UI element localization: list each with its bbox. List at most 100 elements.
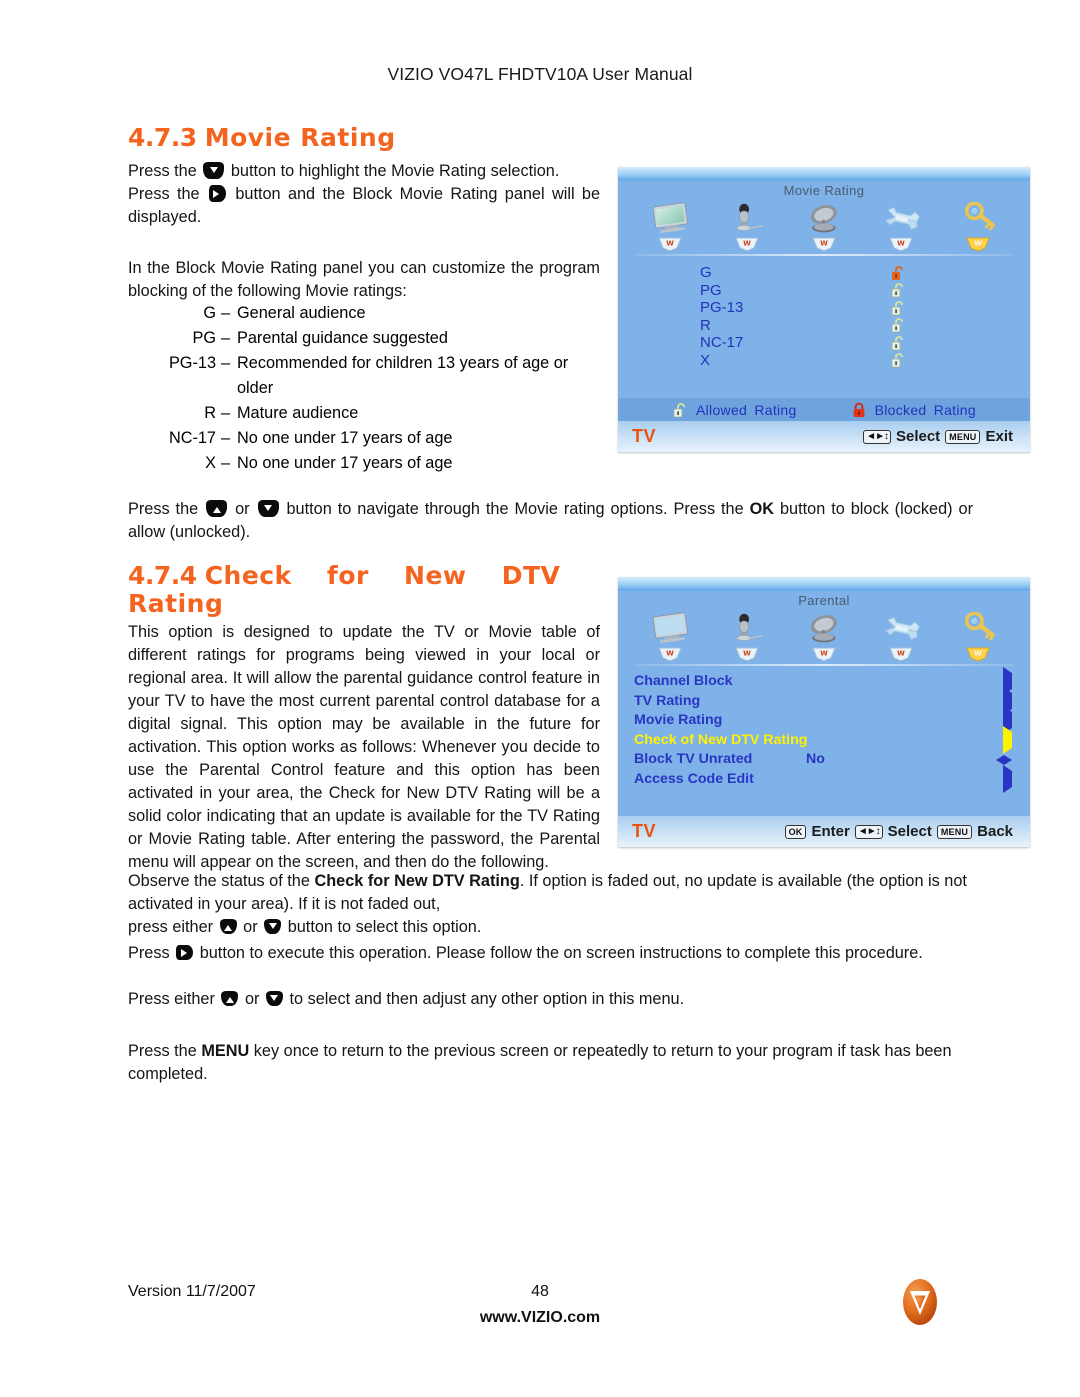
movie-rating-intro-line1: Press the button to highlight the Movie … xyxy=(128,160,600,183)
movie-rating-row[interactable]: NC-17 xyxy=(618,334,1030,352)
up-arrow-key-icon xyxy=(206,500,228,517)
legend-unlock-icon-wrap xyxy=(672,402,691,418)
section-heading-4-7-3: 4.7.3 Movie Rating xyxy=(128,124,396,152)
movie-rating-row[interactable]: R xyxy=(618,317,1030,335)
microphone-icon xyxy=(736,613,764,641)
movie-rating-rows: G PG PG-13 R NC-17 X xyxy=(618,256,1030,369)
vizio-logo xyxy=(903,1279,937,1325)
tab-badge-icon: W xyxy=(735,647,759,662)
tab-badge-icon: W xyxy=(812,647,836,662)
lock-icon[interactable] xyxy=(890,282,910,298)
rating-term: PG-13 xyxy=(168,354,216,372)
svg-text:W: W xyxy=(897,240,905,248)
press-execute-paragraph: Press button to execute this operation. … xyxy=(128,942,973,965)
rating-dash: – xyxy=(221,404,231,422)
svg-text:W: W xyxy=(897,650,905,658)
lock-icon-selected[interactable] xyxy=(890,265,910,281)
osd-tab-parental[interactable]: W xyxy=(949,202,1007,252)
osd-tab-tuner[interactable]: W xyxy=(795,202,853,252)
press-exec-suffix: button to execute this operation. Please… xyxy=(199,944,923,962)
osd-tab-tuner[interactable]: W xyxy=(795,612,853,662)
tab-badge-icon: W xyxy=(889,647,913,662)
press-either-or: or xyxy=(243,918,258,936)
menu-item-tv-rating[interactable]: TV Rating xyxy=(618,686,1030,715)
up-arrow-key-icon xyxy=(219,919,237,934)
navigate-or: or xyxy=(235,500,250,518)
unlock-icon xyxy=(673,402,685,417)
menu-key-note-paragraph: Press the MENU key once to return to the… xyxy=(128,1040,973,1086)
key-icon xyxy=(964,612,995,641)
exit-hint-label: Exit xyxy=(985,428,1013,445)
press-adjust-prefix: Press either xyxy=(128,990,215,1008)
rating-definition-row: NC-17 – No one under 17 years of age xyxy=(128,426,600,451)
rating-definition: Parental guidance suggested xyxy=(237,329,448,347)
svg-text:W: W xyxy=(743,240,751,248)
lock-icon[interactable] xyxy=(890,317,910,333)
lock-icon[interactable] xyxy=(890,300,910,316)
menu-key-label: MENU xyxy=(201,1042,250,1060)
enter-hint-label: Enter xyxy=(811,823,850,840)
press-exec-prefix: Press xyxy=(128,944,170,962)
tab-badge-icon: W xyxy=(812,237,836,252)
osd-legend-bar: Allowed Rating Blocked Rating xyxy=(618,398,1030,421)
section-number: 4.7.3 xyxy=(128,123,197,152)
osd-source-label: TV xyxy=(632,821,657,841)
ok-key-icon: OK xyxy=(784,824,807,839)
svg-text:W: W xyxy=(743,650,751,658)
osd-status-hints: ◄►↕ Select MENU Exit xyxy=(863,428,1018,445)
observe-status-paragraph: Observe the status of the Check for New … xyxy=(128,870,973,916)
tv-monitor-icon xyxy=(652,202,688,233)
down-arrow-key-icon xyxy=(264,919,282,934)
menu-item-movie-rating[interactable]: Movie Rating xyxy=(618,706,1030,734)
press-adjust-suffix: to select and then adjust any other opti… xyxy=(289,990,685,1008)
osd-tab-row: W W W W W xyxy=(618,608,1030,662)
menu-item-channel-block[interactable]: Channel Block xyxy=(618,667,1030,695)
movie-rating-row[interactable]: PG-13 xyxy=(618,299,1030,317)
osd-status-bar: TV ◄►↕ Select MENU Exit xyxy=(618,421,1030,452)
microphone-icon xyxy=(736,203,764,231)
rating-definition: General audience xyxy=(237,304,366,322)
movie-rating-navigate-paragraph: Press the or button to navigate through … xyxy=(128,498,973,544)
movie-rating-row[interactable]: X xyxy=(618,352,1030,370)
lock-icon[interactable] xyxy=(890,335,910,351)
movie-rating-row[interactable]: G xyxy=(618,264,1030,282)
osd-title: Parental xyxy=(798,593,850,608)
osd-tab-tv[interactable]: W xyxy=(641,612,699,662)
legend-blocked: Blocked Rating xyxy=(851,402,976,418)
tab-badge-icon-active: W xyxy=(965,647,990,662)
rating-term: R xyxy=(204,404,216,422)
osd-tab-audio[interactable]: W xyxy=(718,612,776,662)
movie-rating-row[interactable]: PG xyxy=(618,282,1030,300)
ok-key-label: OK xyxy=(749,500,775,518)
parental-menu-list: Channel Block TV Rating Movie Rating Che… xyxy=(618,666,1030,793)
select-hint-label: Select xyxy=(895,428,941,445)
menu-item-block-tv-unrated[interactable]: Block TV Unrated No xyxy=(618,750,1030,770)
down-arrow-key-icon xyxy=(265,991,283,1006)
back-hint-label: Back xyxy=(977,823,1013,840)
osd-tab-audio[interactable]: W xyxy=(718,202,776,252)
press-either-paragraph: press either or button to select this op… xyxy=(128,916,973,939)
section-heading-4-7-4: 4.7.4 Check for New DTV Rating xyxy=(128,562,618,618)
section-number: 4.7.4 xyxy=(128,561,197,590)
osd-tab-parental[interactable]: W xyxy=(949,612,1007,662)
up-arrow-key-icon xyxy=(221,991,239,1006)
osd-tab-row: W W W W W xyxy=(618,198,1030,252)
manual-page: VIZIO VO47L FHDTV10A User Manual 4.7.3 Mo… xyxy=(0,0,1080,1397)
movie-rating-label: PG-13 xyxy=(700,299,744,316)
menu-item-check-new-dtv-rating[interactable]: Check of New DTV Rating xyxy=(618,725,1030,754)
svg-text:W: W xyxy=(667,650,675,658)
movie-rating-label: NC-17 xyxy=(700,334,744,351)
navigate-middle: button to navigate through the Movie rat… xyxy=(286,500,744,518)
tab-badge-icon: W xyxy=(658,647,683,662)
osd-tab-setup[interactable]: W xyxy=(872,612,930,662)
rating-term: G xyxy=(203,304,216,322)
press-either-prefix: press either xyxy=(128,918,214,936)
unlock-icon xyxy=(891,318,903,333)
document-header: VIZIO VO47L FHDTV10A User Manual xyxy=(387,64,693,84)
lock-icon[interactable] xyxy=(890,352,910,368)
menu-item-access-code-edit[interactable]: Access Code Edit xyxy=(618,764,1030,793)
osd-tab-setup[interactable]: W xyxy=(872,202,930,252)
chevron-right-icon xyxy=(1003,725,1012,754)
osd-tab-tv[interactable]: W xyxy=(641,202,699,252)
section-title: Movie Rating xyxy=(204,123,396,152)
